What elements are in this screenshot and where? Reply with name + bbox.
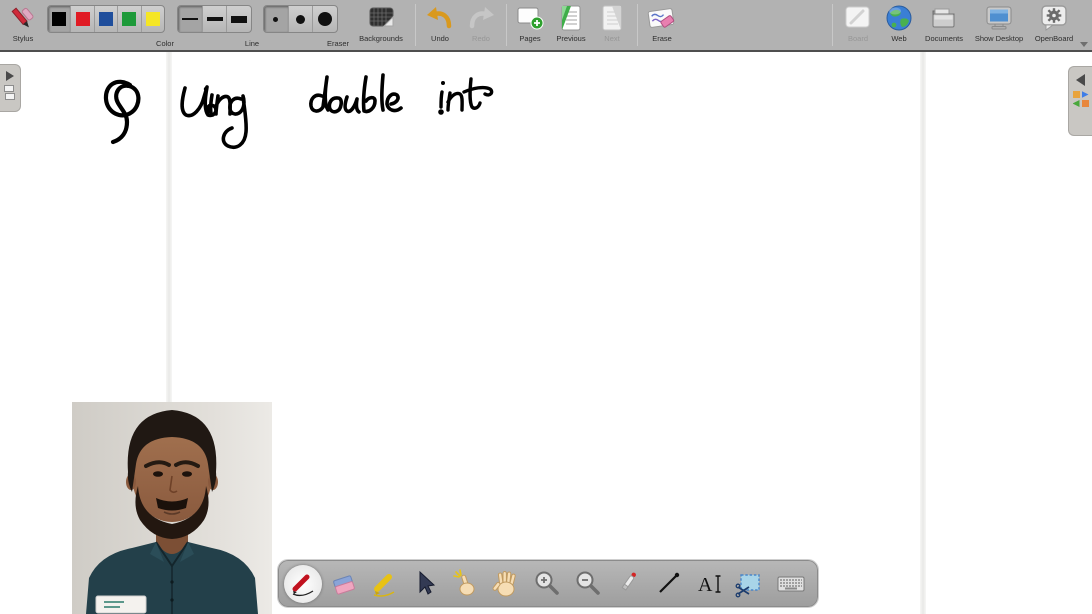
laser-pointer-icon	[612, 568, 644, 600]
tool-keyboard[interactable]	[772, 565, 810, 603]
presenter-webcam	[72, 402, 272, 614]
openboard-gear-icon	[1037, 3, 1071, 33]
toolbar-separator	[637, 4, 638, 46]
color-group-labelwrap: Color	[47, 3, 165, 49]
erase-button[interactable]: Erase	[641, 3, 683, 49]
capture-icon	[734, 568, 766, 600]
pen-icon	[287, 568, 319, 600]
backgrounds-label: Backgrounds	[352, 34, 410, 43]
stylus-label: Stylus	[2, 34, 44, 43]
redo-icon	[465, 3, 497, 33]
backgrounds-button[interactable]: Backgrounds	[352, 3, 410, 49]
board-icon	[841, 3, 875, 33]
erase-page-icon	[645, 3, 679, 33]
library-icon	[1073, 91, 1089, 107]
tool-laser-pointer[interactable]	[609, 565, 647, 603]
expand-right-icon	[6, 71, 14, 81]
tool-pen[interactable]	[284, 565, 322, 603]
previous-icon	[555, 3, 587, 33]
web-label: Web	[879, 34, 919, 43]
previous-label: Previous	[551, 34, 591, 43]
toolbar-separator	[415, 4, 416, 46]
redo-label: Redo	[461, 34, 501, 43]
stylus-icon	[6, 3, 40, 33]
tool-highlighter[interactable]	[365, 565, 403, 603]
expand-left-icon	[1076, 74, 1085, 86]
previous-button[interactable]: Previous	[551, 3, 591, 49]
page-margin-line-right	[920, 52, 926, 614]
tool-text[interactable]: A	[691, 565, 729, 603]
next-icon	[596, 3, 628, 33]
openboard-label: OpenBoard	[1028, 34, 1080, 43]
pointing-hand-icon	[450, 568, 482, 600]
undo-icon	[424, 3, 456, 33]
keyboard-icon	[775, 568, 807, 600]
page-thumbnails-icon	[4, 85, 16, 101]
highlighter-icon	[368, 568, 400, 600]
menu-caret-icon[interactable]	[1080, 42, 1088, 47]
erase-label: Erase	[641, 34, 683, 43]
show-desktop-label: Show Desktop	[968, 34, 1030, 43]
board-label: Board	[836, 34, 880, 43]
zoom-out-icon	[572, 568, 604, 600]
hand-icon	[490, 568, 522, 600]
selector-arrow-icon	[409, 568, 441, 600]
right-panel-tab[interactable]	[1068, 66, 1092, 136]
text-icon: A	[694, 568, 726, 600]
documents-button[interactable]: Documents	[918, 3, 970, 49]
tool-eraser[interactable]	[325, 565, 363, 603]
toolbar-separator	[832, 4, 833, 46]
zoom-in-icon	[531, 568, 563, 600]
pages-icon	[514, 3, 546, 33]
openboard-window: Stylus Color Line Eraser	[0, 0, 1092, 614]
tool-capture[interactable]	[731, 565, 769, 603]
tool-zoom-out[interactable]	[569, 565, 607, 603]
left-panel-tab[interactable]	[0, 64, 21, 112]
line-group-labelwrap: Line	[177, 3, 252, 49]
web-button[interactable]: Web	[879, 3, 919, 49]
top-toolbar: Stylus Color Line Eraser	[0, 0, 1092, 52]
stylus-button[interactable]: Stylus	[2, 3, 44, 49]
eraser-icon	[328, 568, 360, 600]
redo-button[interactable]: Redo	[461, 3, 501, 49]
name-tag	[96, 596, 146, 613]
pages-label: Pages	[510, 34, 550, 43]
undo-button[interactable]: Undo	[420, 3, 460, 49]
next-button[interactable]: Next	[592, 3, 632, 49]
documents-folder-icon	[927, 3, 961, 33]
tool-line[interactable]	[650, 565, 688, 603]
next-label: Next	[592, 34, 632, 43]
show-desktop-icon	[982, 3, 1016, 33]
line-icon	[653, 568, 685, 600]
web-globe-icon	[883, 3, 915, 33]
svg-text:A: A	[698, 574, 713, 596]
toolbar-separator	[506, 4, 507, 46]
tool-interact[interactable]	[447, 565, 485, 603]
tool-selector[interactable]	[406, 565, 444, 603]
show-desktop-button[interactable]: Show Desktop	[968, 3, 1030, 49]
board-button[interactable]: Board	[836, 3, 880, 49]
tool-hand[interactable]	[487, 565, 525, 603]
tool-zoom-in[interactable]	[528, 565, 566, 603]
floating-tool-palette: A	[278, 560, 818, 607]
backgrounds-icon	[364, 3, 398, 33]
undo-label: Undo	[420, 34, 460, 43]
eraser-group-labelwrap: Eraser	[263, 3, 338, 49]
openboard-menu-button[interactable]: OpenBoard	[1028, 3, 1080, 49]
pages-button[interactable]: Pages	[510, 3, 550, 49]
documents-label: Documents	[918, 34, 970, 43]
